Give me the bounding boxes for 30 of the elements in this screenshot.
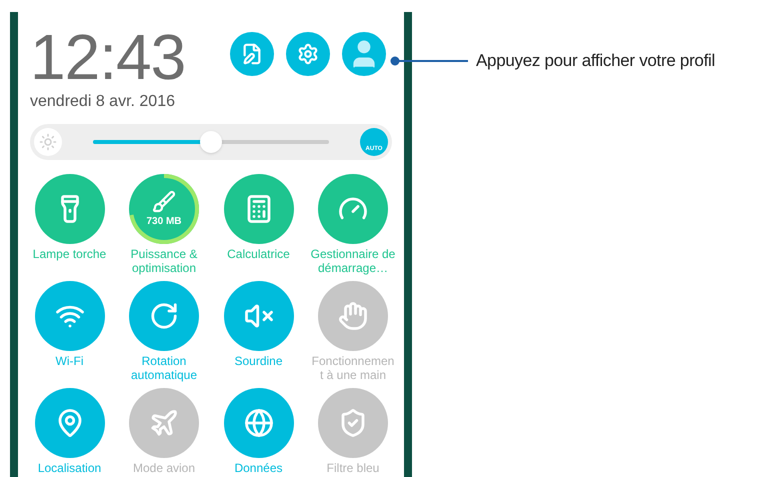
tile-label: Mode avion — [132, 461, 196, 475]
tile-label: Puissance & optimisation — [130, 247, 198, 275]
brightness-icon — [34, 128, 62, 156]
settings-button[interactable] — [286, 32, 330, 76]
profile-button[interactable] — [342, 32, 386, 76]
edit-icon — [241, 43, 263, 65]
memory-label: 730 MB — [146, 216, 182, 228]
tile-label: Lampe torche — [32, 247, 106, 261]
clock-time: 12:43 — [30, 26, 186, 88]
tile-label: Sourdine — [234, 354, 283, 368]
clock-date: vendredi 8 avr. 2016 — [30, 92, 176, 112]
brush-icon — [152, 190, 176, 214]
tile-label: Données — [234, 461, 283, 475]
tile-label: Filtre bleu — [326, 461, 380, 475]
hand-icon — [338, 301, 368, 331]
tile-label: Rotation automatique — [130, 354, 198, 382]
tile-label: Fonctionnemen t à une main — [312, 354, 394, 382]
toggle-tile-button[interactable]: 730 MB — [129, 174, 199, 244]
usage-ring-drawing — [129, 174, 199, 244]
settings-icon — [297, 43, 319, 65]
globe-icon — [244, 408, 274, 438]
callout-text: Appuyez pour afficher votre profil — [476, 50, 715, 72]
tile-label: Wi-Fi — [56, 354, 84, 368]
tile-label: Calculatrice — [227, 247, 290, 261]
edit-button[interactable] — [230, 32, 274, 76]
airplane-icon — [149, 408, 179, 438]
rotate-icon — [149, 301, 179, 331]
tile-label: Gestionnaire de démarrage… — [310, 247, 396, 275]
tile-label: Localisation — [38, 461, 102, 475]
slider-thumb[interactable] — [200, 131, 222, 153]
